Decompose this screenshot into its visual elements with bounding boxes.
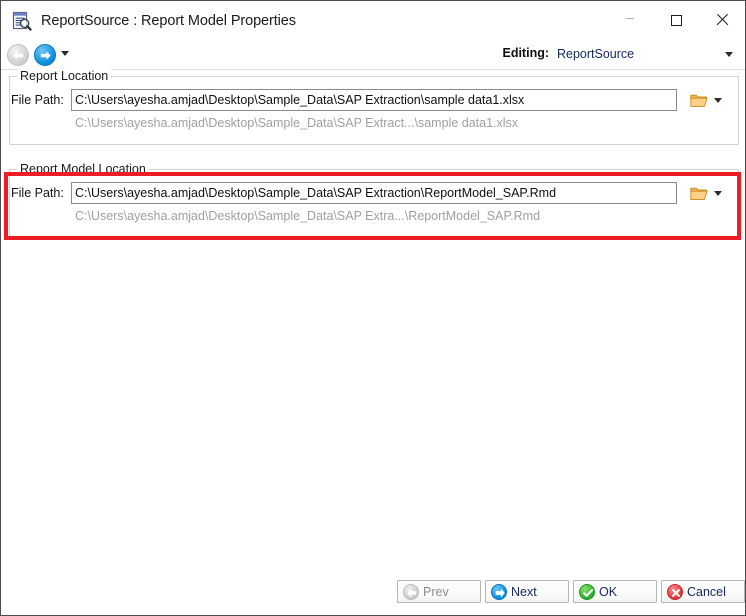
arrow-left-circle-icon xyxy=(403,583,419,600)
close-circle-icon xyxy=(667,583,683,600)
report-model-location-filepath-label: File Path: xyxy=(11,186,64,200)
maximize-icon xyxy=(670,14,682,26)
title-bar: ReportSource : Report Model Properties – xyxy=(1,1,745,40)
prev-button[interactable]: Prev xyxy=(397,580,481,603)
cancel-button[interactable]: Cancel xyxy=(661,580,745,603)
arrow-left-icon xyxy=(12,50,23,60)
chevron-down-icon xyxy=(714,190,722,196)
window-title: ReportSource : Report Model Properties xyxy=(41,12,296,29)
close-button[interactable] xyxy=(699,1,745,39)
ok-button-label: OK xyxy=(599,584,618,599)
report-location-browse-button[interactable] xyxy=(687,89,711,111)
chevron-down-icon xyxy=(714,97,722,103)
editing-value[interactable]: ReportSource xyxy=(555,44,713,64)
prev-button-label: Prev xyxy=(423,584,449,599)
next-button-label: Next xyxy=(511,584,537,599)
maximize-button[interactable] xyxy=(653,1,699,39)
forward-button[interactable] xyxy=(34,44,56,66)
editing-label: Editing: xyxy=(502,46,549,60)
report-properties-icon xyxy=(11,10,33,32)
report-model-location-filepath-input[interactable] xyxy=(71,182,677,204)
report-model-location-group: Report Model Location File Path: C:\User… xyxy=(9,162,739,238)
folder-open-icon xyxy=(690,94,708,107)
ok-button[interactable]: OK xyxy=(573,580,657,603)
minimize-button[interactable]: – xyxy=(607,1,653,39)
close-icon xyxy=(715,13,729,27)
back-button[interactable] xyxy=(7,44,29,66)
navigation-bar: Editing: ReportSource xyxy=(1,40,745,70)
history-dropdown-icon[interactable] xyxy=(61,51,69,56)
arrow-right-circle-icon xyxy=(491,583,507,600)
dialog-footer: Prev Next OK Cancel xyxy=(1,575,745,615)
cancel-button-label: Cancel xyxy=(687,584,726,599)
report-location-filepath-input[interactable] xyxy=(71,89,677,111)
report-location-browse-dropdown[interactable] xyxy=(711,89,725,111)
report-model-location-title: Report Model Location xyxy=(17,162,149,176)
folder-open-icon xyxy=(690,187,708,200)
report-location-resolved-path: C:\Users\ayesha.amjad\Desktop\Sample_Dat… xyxy=(75,116,519,130)
minimize-icon: – xyxy=(626,9,634,25)
check-circle-icon xyxy=(579,583,595,600)
arrow-right-icon xyxy=(40,50,51,60)
editing-chevron-down-icon[interactable] xyxy=(725,52,733,57)
next-button[interactable]: Next xyxy=(485,580,569,603)
caption-buttons: – xyxy=(607,1,745,39)
report-model-location-resolved-path: C:\Users\ayesha.amjad\Desktop\Sample_Dat… xyxy=(75,209,541,223)
report-location-group: Report Location File Path: C:\Users\ayes… xyxy=(9,69,739,145)
report-location-title: Report Location xyxy=(17,69,112,83)
report-model-location-browse-dropdown[interactable] xyxy=(711,182,725,204)
report-model-properties-window: ReportSource : Report Model Properties – xyxy=(0,0,746,616)
report-location-filepath-label: File Path: xyxy=(11,93,64,107)
report-model-location-browse-button[interactable] xyxy=(687,182,711,204)
